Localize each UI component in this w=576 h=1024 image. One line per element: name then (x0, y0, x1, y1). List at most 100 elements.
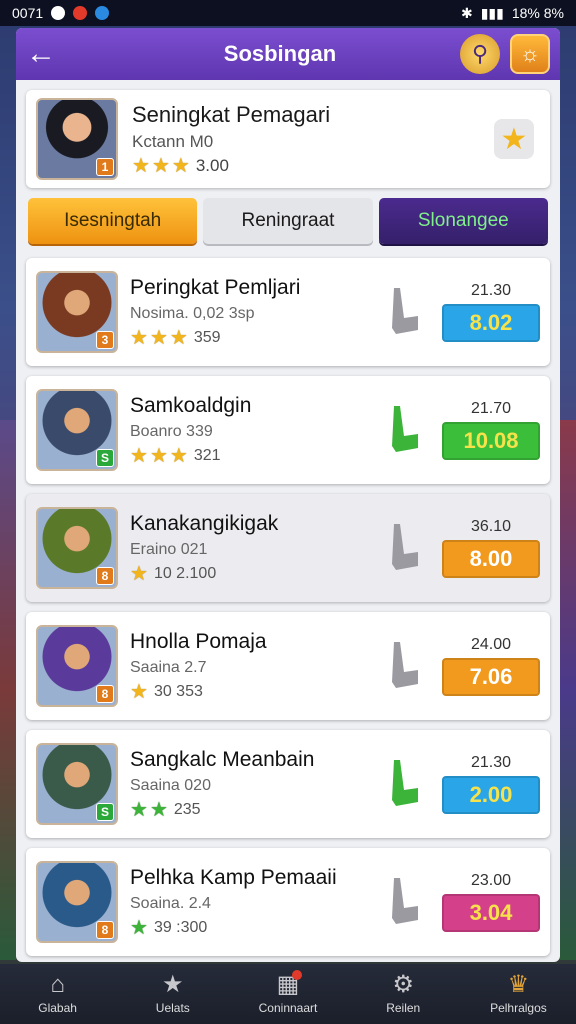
status-bar: 0071 ✱ ▮▮▮ 18% 8% (0, 0, 576, 26)
notification-dot (292, 970, 303, 980)
back-arrow-icon[interactable]: ← (26, 39, 60, 69)
message-notification-icon (95, 6, 110, 20)
player-subtitle: Boanro 339 (130, 423, 213, 440)
nav-label: Glabah (38, 1001, 77, 1015)
list-item[interactable]: S Sangkalc Meanbain Saaina 020 ★ ★ 235 21.30 2.… (26, 730, 550, 838)
battery-text: 18% 8% (511, 5, 564, 21)
bottom-navigation: ⌂ Glabah ★ Uelats ▦ Coninnaart ⚙ Reilen ♛ Pelhral… (0, 964, 576, 1024)
app-notification-icon (73, 6, 88, 20)
ranking-list: 3 Peringkat Pemljari Nosima. 0,02 3sp ★ ★ ★ 35… (26, 258, 550, 956)
player-rating-value: 10 2.100 (153, 565, 217, 582)
profile-card[interactable]: 1 Seningkat Pemagari Kctann M0 ★ ★ ★ 3.0… (26, 90, 550, 188)
score-badge: 2.00 (442, 776, 540, 814)
tab-ranking-1[interactable]: Isesningtah (28, 198, 198, 244)
player-name: Pelhka Kamp Pemaaii (130, 866, 337, 889)
tab-ranking-3[interactable]: Slonangee (378, 198, 548, 244)
star-icon: ★ (130, 799, 148, 821)
page-title: Sosbingan (223, 41, 337, 66)
gear-icon: ⚙ (392, 971, 414, 998)
player-rating: ★ 39 :300 (130, 918, 386, 938)
trend-down-icon (392, 524, 418, 570)
player-subtitle: Saaina 020 (130, 777, 211, 794)
player-avatar: S (36, 743, 118, 825)
star-icon: ★ (169, 327, 188, 349)
star-icon: ★ (162, 971, 184, 998)
score-top-value: 21.30 (470, 282, 512, 299)
background-art-right (560, 420, 576, 960)
nav-label: Uelats (155, 1001, 190, 1015)
player-rating: ★ ★ ★ 359 (130, 328, 386, 348)
notification-icon (51, 6, 66, 20)
player-name: Samkoaldgin (130, 394, 252, 417)
star-icon: ★ (149, 327, 168, 349)
trend-down-icon (392, 642, 418, 688)
nav-item-1[interactable]: ⌂ Glabah (0, 964, 115, 1024)
level-badge: 1 (96, 158, 114, 176)
score-top-value: 24.00 (470, 636, 512, 653)
player-subtitle: Saaina 2.7 (130, 659, 207, 676)
signal-icon: ▮▮▮ (480, 4, 504, 21)
score-badge: 8.02 (442, 304, 540, 342)
player-subtitle: Nosima. 0,02 3sp (130, 305, 255, 322)
star-icon: ★ (130, 917, 148, 939)
player-name: Kanakangikigak (130, 512, 279, 535)
score-badge: 10.08 (442, 422, 540, 460)
player-rating-value: 321 (193, 447, 221, 464)
nav-label: Coninnaart (258, 1001, 318, 1015)
background-art-left (0, 420, 16, 960)
tab-ranking-2[interactable]: Reningraat (203, 198, 373, 244)
player-name: Hnolla Pomaja (130, 630, 267, 653)
trend-up-icon (392, 406, 418, 452)
player-name: Sangkalc Meanbain (130, 748, 315, 771)
star-icon: ★ (171, 155, 190, 177)
trophy-icon: ♛ (507, 971, 530, 998)
list-item[interactable]: 8 Kanakangikigak Eraino 021 ★ 10 2.100 36.10 8… (26, 494, 550, 602)
nav-item-3[interactable]: ▦ Coninnaart (230, 964, 345, 1024)
level-badge: S (96, 803, 114, 821)
player-rating: ★ ★ ★ 321 (130, 446, 386, 466)
search-icon[interactable]: ⚲ (460, 34, 500, 74)
player-avatar: 8 (36, 625, 118, 707)
app-window: ← Sosbingan ⚲ ☼ 1 Seningkat Pemagari Kct… (16, 28, 560, 962)
profile-subtitle: Kctann M0 (132, 132, 214, 151)
nav-item-2[interactable]: ★ Uelats (115, 964, 230, 1024)
score-badge: 8.00 (442, 540, 540, 578)
bluetooth-icon: ✱ (460, 4, 473, 21)
player-subtitle: Soaina. 2.4 (130, 895, 211, 912)
status-time: 0071 (12, 5, 44, 21)
list-item[interactable]: 3 Peringkat Pemljari Nosima. 0,02 3sp ★ ★ ★ 35… (26, 258, 550, 366)
star-icon: ★ (151, 155, 170, 177)
nav-item-4[interactable]: ⚙ Reilen (346, 964, 461, 1024)
player-avatar: S (36, 389, 118, 471)
star-icon: ★ (130, 445, 148, 467)
nav-item-5[interactable]: ♛ Pelhralgos (461, 964, 576, 1024)
trend-down-icon (392, 878, 418, 924)
score-badge: 7.06 (442, 658, 540, 696)
level-badge: 8 (96, 567, 114, 585)
favorite-star-icon[interactable]: ★ (494, 119, 534, 159)
list-item[interactable]: S Samkoaldgin Boanro 339 ★ ★ ★ 321 21.70 10.08 (26, 376, 550, 484)
nav-label: Pelhralgos (490, 1001, 547, 1015)
home-icon: ⌂ (50, 971, 65, 998)
player-rating-value: 359 (193, 329, 221, 346)
coin-icon[interactable]: ☼ (510, 34, 550, 74)
tab-bar: Isesningtah Reningraat Slonangee (28, 198, 548, 244)
star-icon: ★ (149, 799, 168, 821)
player-rating-value: 30 353 (153, 683, 203, 700)
level-badge: 3 (96, 331, 114, 349)
star-icon: ★ (130, 681, 148, 703)
score-top-value: 23.00 (470, 872, 512, 889)
score-badge: 3.04 (442, 894, 540, 932)
player-avatar: 8 (36, 861, 118, 943)
player-rating: ★ 10 2.100 (130, 564, 386, 584)
profile-rating: ★ ★ ★ 3.00 (132, 156, 494, 176)
level-badge: 8 (96, 685, 114, 703)
list-item[interactable]: 8 Pelhka Kamp Pemaaii Soaina. 2.4 ★ 39 :300 2… (26, 848, 550, 956)
profile-name: Seningkat Pemagari (132, 102, 331, 127)
trend-up-icon (392, 760, 418, 806)
app-header: ← Sosbingan ⚲ ☼ (16, 28, 560, 80)
list-item[interactable]: 8 Hnolla Pomaja Saaina 2.7 ★ 30 353 24.00 7.06 (26, 612, 550, 720)
player-avatar: 8 (36, 507, 118, 589)
player-subtitle: Eraino 021 (130, 541, 208, 558)
level-badge: S (96, 449, 114, 467)
